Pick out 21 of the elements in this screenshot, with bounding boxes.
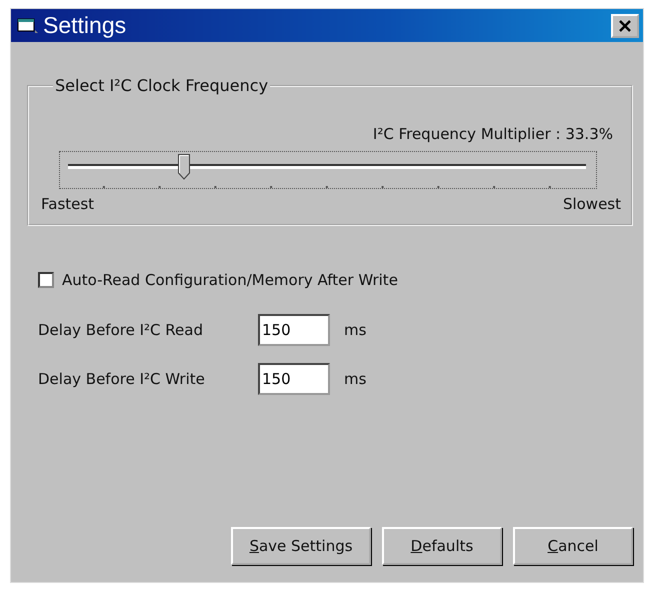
dialog-button[interactable]: Cancel	[513, 527, 633, 565]
unit-label: ms	[344, 370, 366, 388]
dialog-button[interactable]: Save Settings	[231, 527, 371, 565]
delay-label: Delay Before I²C Write	[38, 370, 206, 388]
checkbox[interactable]	[38, 272, 54, 288]
delay-input-field[interactable]: 150	[258, 314, 330, 346]
slowest-label: Slowest	[562, 195, 621, 213]
slider-thumb[interactable]	[178, 154, 190, 180]
close-button[interactable]	[611, 14, 639, 38]
fastest-label: Fastest	[41, 195, 94, 213]
checkbox-label: Auto-Read Configuration/Memory After Write	[62, 271, 398, 289]
multiplier-reading: I²C Frequency Multiplier : 33.3%	[372, 125, 613, 143]
dialog-button[interactable]: Defaults	[382, 527, 502, 565]
close-icon	[618, 20, 632, 32]
delay-input-field[interactable]: 150	[258, 363, 330, 395]
unit-label: ms	[344, 321, 366, 339]
window-title: Settings	[43, 12, 128, 39]
group-title: Select I²C Clock Frequency	[54, 76, 270, 95]
delay-label: Delay Before I²C Read	[38, 321, 204, 339]
window-icon	[17, 16, 39, 34]
frequency-slider[interactable]	[59, 151, 597, 189]
